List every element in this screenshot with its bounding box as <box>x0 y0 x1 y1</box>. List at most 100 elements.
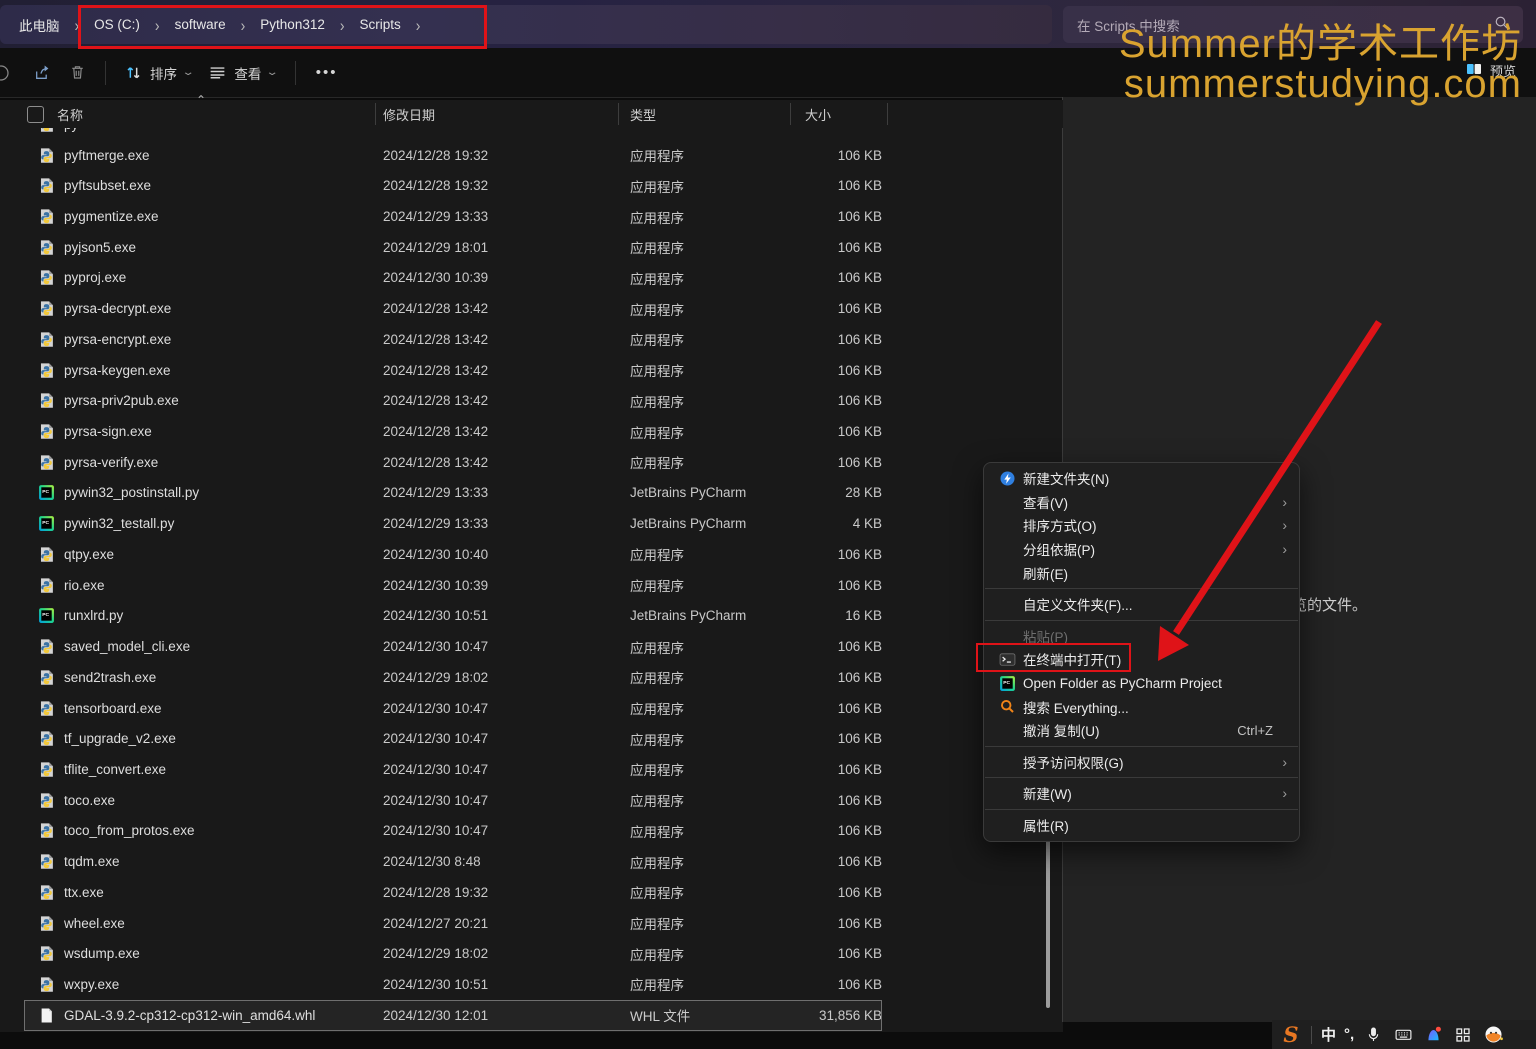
address-bar[interactable]: 此电脑 › OS (C:)›software›Python312›Scripts… <box>0 5 1052 44</box>
file-row[interactable]: tf_upgrade_v2.exe2024/12/30 10:47应用程序106… <box>0 723 1063 754</box>
more-options-button[interactable]: ••• <box>306 64 348 81</box>
file-row[interactable]: pyftmerge.exe2024/12/28 19:32应用程序106 KB <box>0 140 1063 171</box>
view-button[interactable]: 查看 ⌄ <box>200 57 284 89</box>
file-row[interactable]: wheel.exe2024/12/27 20:21应用程序106 KB <box>0 908 1063 939</box>
menu-item[interactable]: 属性(R) <box>984 813 1299 837</box>
file-name: pyrsa-decrypt.exe <box>64 301 171 316</box>
breadcrumb-this-pc[interactable]: 此电脑 <box>10 12 69 38</box>
skin-badge-icon[interactable] <box>1422 1024 1444 1046</box>
file-row[interactable]: tflite_convert.exe2024/12/30 10:47应用程序10… <box>0 754 1063 785</box>
file-row[interactable]: PCpywin32_postinstall.py2024/12/29 13:33… <box>0 478 1063 509</box>
preview-toggle-button[interactable]: 预览 <box>1465 60 1516 81</box>
file-row[interactable]: pyrsa-decrypt.exe2024/12/28 13:42应用程序106… <box>0 293 1063 324</box>
search-icon[interactable] <box>1494 15 1509 35</box>
file-row[interactable]: pyftsubset.exe2024/12/28 19:32应用程序106 KB <box>0 170 1063 201</box>
file-date: 2024/12/30 10:51 <box>383 977 630 992</box>
menu-item[interactable]: 新建文件夹(N) <box>984 467 1299 491</box>
menu-item[interactable]: 查看(V)› <box>984 490 1299 514</box>
column-divider[interactable] <box>790 103 791 125</box>
file-row[interactable]: rio.exe2024/12/30 10:39应用程序106 KB <box>0 570 1063 601</box>
preview-label: 预览 <box>1490 61 1516 80</box>
python-exe-icon <box>38 761 55 778</box>
file-row[interactable]: wxpy.exe2024/12/30 10:51应用程序106 KB <box>0 969 1063 1000</box>
lang-zh-icon[interactable]: 中 <box>1321 1024 1336 1046</box>
menu-item[interactable]: 排序方式(O)› <box>984 514 1299 538</box>
file-name-cell: saved_model_cli.exe <box>0 638 383 655</box>
file-row[interactable]: PCrunxlrd.py2024/12/30 10:51JetBrains Py… <box>0 601 1063 632</box>
breadcrumb-item[interactable]: Python312 <box>251 14 334 35</box>
file-size: 106 KB <box>790 701 882 716</box>
file-row[interactable]: saved_model_cli.exe2024/12/30 10:47应用程序1… <box>0 631 1063 662</box>
menu-item[interactable]: 分组依据(P)› <box>984 537 1299 561</box>
file-row-clipped[interactable]: py <box>0 128 1063 140</box>
view-list-icon <box>208 63 227 82</box>
file-row[interactable]: toco_from_protos.exe2024/12/30 10:47应用程序… <box>0 816 1063 847</box>
breadcrumb-item[interactable]: OS (C:) <box>85 14 149 35</box>
search-box[interactable]: 在 Scripts 中搜索 <box>1063 6 1523 43</box>
menu-item[interactable]: 撤消 复制(U)Ctrl+Z <box>984 718 1299 742</box>
punctuation-icon[interactable]: °, <box>1344 1024 1354 1046</box>
file-row[interactable]: wsdump.exe2024/12/29 18:02应用程序106 KB <box>0 938 1063 969</box>
menu-item[interactable]: PCOpen Folder as PyCharm Project <box>984 671 1299 695</box>
file-row[interactable]: pyrsa-verify.exe2024/12/28 13:42应用程序106 … <box>0 447 1063 478</box>
column-header-date[interactable]: 修改日期 <box>383 105 435 124</box>
file-row[interactable]: pyrsa-encrypt.exe2024/12/28 13:42应用程序106… <box>0 324 1063 355</box>
menu-item-open-in-terminal[interactable]: 在终端中打开(T) <box>984 648 1299 672</box>
column-divider[interactable] <box>375 103 376 125</box>
column-divider[interactable] <box>887 103 888 125</box>
menu-item[interactable]: 自定义文件夹(F)... <box>984 592 1299 616</box>
file-row[interactable]: toco.exe2024/12/30 10:47应用程序106 KB <box>0 785 1063 816</box>
file-row[interactable]: pyrsa-sign.exe2024/12/28 13:42应用程序106 KB <box>0 416 1063 447</box>
file-row[interactable]: qtpy.exe2024/12/30 10:40应用程序106 KB <box>0 539 1063 570</box>
file-row[interactable]: send2trash.exe2024/12/29 18:02应用程序106 KB <box>0 662 1063 693</box>
file-size: 106 KB <box>790 455 882 470</box>
file-name: tf_upgrade_v2.exe <box>64 731 176 746</box>
file-row[interactable]: PCpywin32_testall.py2024/12/29 13:33JetB… <box>0 508 1063 539</box>
file-name-cell: pyftmerge.exe <box>0 147 383 164</box>
column-header-size[interactable]: 大小 <box>805 105 831 124</box>
breadcrumb-item[interactable]: Scripts <box>351 14 410 35</box>
file-type: JetBrains PyCharm <box>630 608 790 623</box>
file-type: 应用程序 <box>630 974 790 994</box>
everything-icon <box>999 698 1021 715</box>
menu-item-label: 刷新(E) <box>1023 563 1068 583</box>
sogou-s-icon[interactable]: S <box>1280 1024 1302 1046</box>
file-name-cell: pyrsa-decrypt.exe <box>0 300 383 317</box>
menu-item[interactable]: 新建(W)› <box>984 782 1299 806</box>
file-name: wheel.exe <box>64 916 125 931</box>
file-name: tensorboard.exe <box>64 701 162 716</box>
menu-item-label: Open Folder as PyCharm Project <box>1023 676 1222 691</box>
column-divider[interactable] <box>618 103 619 125</box>
breadcrumb-item[interactable]: software <box>166 14 235 35</box>
delete-button[interactable] <box>60 57 95 88</box>
toolbox-grid-icon[interactable] <box>1452 1024 1474 1046</box>
file-row[interactable]: pyrsa-keygen.exe2024/12/28 13:42应用程序106 … <box>0 355 1063 386</box>
file-row[interactable]: pyproj.exe2024/12/30 10:39应用程序106 KB <box>0 263 1063 294</box>
file-row[interactable]: GDAL-3.9.2-cp312-cp312-win_amd64.whl2024… <box>0 1000 1063 1031</box>
file-name: toco_from_protos.exe <box>64 823 195 838</box>
column-header-type[interactable]: 类型 <box>630 105 656 124</box>
file-date: 2024/12/29 13:33 <box>383 485 630 500</box>
microphone-icon[interactable] <box>1362 1024 1384 1046</box>
column-header-name[interactable]: 名称 <box>57 105 83 124</box>
file-row[interactable]: pyrsa-priv2pub.exe2024/12/28 13:42应用程序10… <box>0 385 1063 416</box>
menu-item[interactable]: 搜索 Everything... <box>984 695 1299 719</box>
file-row[interactable]: tqdm.exe2024/12/30 8:48应用程序106 KB <box>0 846 1063 877</box>
file-row[interactable]: pyjson5.exe2024/12/29 18:01应用程序106 KB <box>0 232 1063 263</box>
file-row[interactable]: tensorboard.exe2024/12/30 10:47应用程序106 K… <box>0 693 1063 724</box>
file-row[interactable]: ttx.exe2024/12/28 19:32应用程序106 KB <box>0 877 1063 908</box>
menu-item-label: 撤消 复制(U) <box>1023 720 1100 740</box>
clipped-toolbar-icon[interactable] <box>0 58 25 88</box>
menu-item[interactable]: 授予访问权限(G)› <box>984 750 1299 774</box>
menu-item[interactable]: 刷新(E) <box>984 561 1299 585</box>
keyboard-icon[interactable] <box>1392 1024 1414 1046</box>
share-button[interactable] <box>25 57 60 88</box>
select-all-checkbox[interactable] <box>27 106 44 123</box>
file-size: 106 KB <box>790 670 882 685</box>
mascot-icon[interactable] <box>1482 1024 1504 1046</box>
sort-button[interactable]: 排序 ⌄ <box>116 57 200 89</box>
file-type: 应用程序 <box>630 299 790 319</box>
file-row[interactable]: pygmentize.exe2024/12/29 13:33应用程序106 KB <box>0 201 1063 232</box>
file-name: pyrsa-priv2pub.exe <box>64 393 179 408</box>
file-name: pywin32_testall.py <box>64 516 174 531</box>
